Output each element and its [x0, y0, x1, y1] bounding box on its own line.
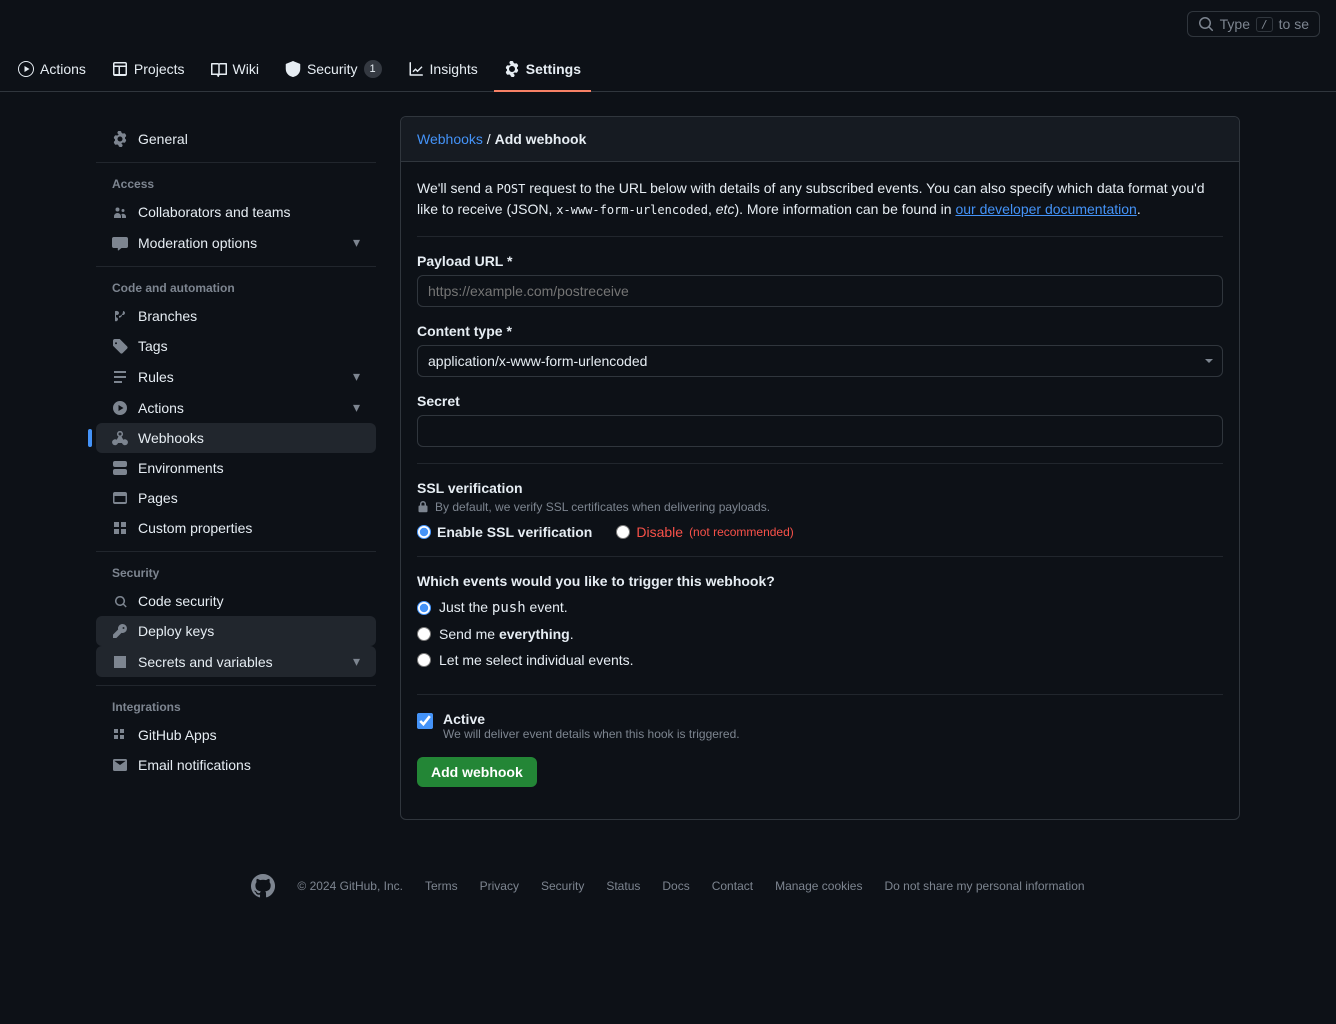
scan-icon — [112, 593, 128, 609]
footer-terms[interactable]: Terms — [425, 879, 458, 893]
book-icon — [211, 61, 227, 77]
sidebar-item-deploy-keys[interactable]: Deploy keys — [96, 616, 376, 646]
breadcrumb-current: Add webhook — [495, 131, 587, 147]
page-footer: © 2024 GitHub, Inc. Terms Privacy Securi… — [0, 844, 1336, 938]
footer-contact[interactable]: Contact — [712, 879, 753, 893]
footer-status[interactable]: Status — [606, 879, 640, 893]
ssl-description: By default, we verify SSL certificates w… — [417, 500, 1223, 514]
browser-icon — [112, 490, 128, 506]
docs-link[interactable]: our developer documentation — [955, 201, 1136, 217]
comment-icon — [112, 235, 128, 251]
asterisk-icon — [112, 654, 128, 670]
settings-sidebar: General Access Collaborators and teams M… — [96, 116, 376, 820]
secret-input[interactable] — [417, 415, 1223, 447]
tab-security[interactable]: Security 1 — [275, 48, 392, 92]
sidebar-heading-integrations: Integrations — [96, 694, 376, 720]
search-key-hint: / — [1256, 17, 1273, 32]
tab-settings[interactable]: Settings — [494, 48, 591, 92]
sidebar-item-environments[interactable]: Environments — [96, 453, 376, 483]
tab-actions[interactable]: Actions — [8, 48, 96, 92]
event-push-radio[interactable]: Just the push event. — [417, 599, 1223, 616]
sidebar-heading-access: Access — [96, 171, 376, 197]
active-label: Active — [443, 711, 740, 727]
sidebar-item-github-apps[interactable]: GitHub Apps — [96, 720, 376, 750]
play-icon — [112, 400, 128, 416]
sidebar-item-actions[interactable]: Actions ▾ — [96, 392, 376, 423]
payload-url-input[interactable] — [417, 275, 1223, 307]
gear-icon — [112, 131, 128, 147]
payload-url-label: Payload URL * — [417, 253, 1223, 269]
add-webhook-button[interactable]: Add webhook — [417, 757, 537, 787]
mail-icon — [112, 757, 128, 773]
sidebar-heading-security: Security — [96, 560, 376, 586]
sidebar-item-moderation[interactable]: Moderation options ▾ — [96, 227, 376, 258]
content-type-label: Content type * — [417, 323, 1223, 339]
sidebar-item-webhooks[interactable]: Webhooks — [96, 423, 376, 453]
tab-insights[interactable]: Insights — [398, 48, 488, 92]
footer-noshare[interactable]: Do not share my personal information — [884, 879, 1084, 893]
sidebar-item-rules[interactable]: Rules ▾ — [96, 361, 376, 392]
footer-privacy[interactable]: Privacy — [480, 879, 519, 893]
sidebar-item-branches[interactable]: Branches — [96, 301, 376, 331]
branch-icon — [112, 308, 128, 324]
sidebar-heading-code: Code and automation — [96, 275, 376, 301]
sidebar-item-code-security[interactable]: Code security — [96, 586, 376, 616]
github-logo-icon — [251, 874, 275, 898]
people-icon — [112, 204, 128, 220]
chevron-down-icon: ▾ — [353, 368, 360, 385]
content-type-select[interactable]: application/x-www-form-urlencoded — [417, 345, 1223, 377]
ssl-enable-radio[interactable]: Enable SSL verification — [417, 524, 592, 540]
breadcrumb: Webhooks / Add webhook — [401, 117, 1239, 162]
table-icon — [112, 61, 128, 77]
search-placeholder-prefix: Type — [1220, 16, 1250, 32]
event-everything-radio[interactable]: Send me everything. — [417, 626, 1223, 642]
chevron-down-icon: ▾ — [353, 653, 360, 670]
global-search[interactable]: Type / to se — [1187, 11, 1320, 37]
search-placeholder-suffix: to se — [1279, 16, 1309, 32]
tag-icon — [112, 338, 128, 354]
ssl-disable-radio[interactable]: Disable (not recommended) — [616, 524, 793, 540]
webhook-panel: Webhooks / Add webhook We'll send a POST… — [400, 116, 1240, 820]
sidebar-item-collaborators[interactable]: Collaborators and teams — [96, 197, 376, 227]
rules-icon — [112, 369, 128, 385]
sidebar-item-custom-properties[interactable]: Custom properties — [96, 513, 376, 543]
props-icon — [112, 520, 128, 536]
ssl-heading: SSL verification — [417, 480, 1223, 496]
footer-docs[interactable]: Docs — [662, 879, 689, 893]
graph-icon — [408, 61, 424, 77]
security-counter: 1 — [364, 60, 382, 78]
sidebar-item-general[interactable]: General — [96, 124, 376, 154]
breadcrumb-parent[interactable]: Webhooks — [417, 131, 483, 147]
webhook-icon — [112, 430, 128, 446]
play-icon — [18, 61, 34, 77]
lock-icon — [417, 501, 429, 513]
footer-security[interactable]: Security — [541, 879, 584, 893]
sidebar-item-email-notifications[interactable]: Email notifications — [96, 750, 376, 780]
sidebar-item-secrets[interactable]: Secrets and variables ▾ — [96, 646, 376, 677]
shield-icon — [285, 61, 301, 77]
footer-copyright: © 2024 GitHub, Inc. — [297, 879, 403, 893]
active-description: We will deliver event details when this … — [443, 727, 740, 741]
chevron-down-icon: ▾ — [353, 234, 360, 251]
apps-icon — [112, 727, 128, 743]
repo-tabs: Actions Projects Wiki Security 1 Insight… — [0, 48, 1336, 92]
tab-projects[interactable]: Projects — [102, 48, 195, 92]
events-heading: Which events would you like to trigger t… — [417, 573, 1223, 589]
tab-wiki[interactable]: Wiki — [201, 48, 269, 92]
sidebar-item-pages[interactable]: Pages — [96, 483, 376, 513]
chevron-down-icon: ▾ — [353, 399, 360, 416]
sidebar-item-tags[interactable]: Tags — [96, 331, 376, 361]
gear-icon — [504, 61, 520, 77]
event-select-radio[interactable]: Let me select individual events. — [417, 652, 1223, 668]
search-icon — [1198, 16, 1214, 32]
server-icon — [112, 460, 128, 476]
intro-text: We'll send a POST request to the URL bel… — [417, 178, 1223, 237]
key-icon — [112, 623, 128, 639]
footer-cookies[interactable]: Manage cookies — [775, 879, 862, 893]
active-checkbox[interactable] — [417, 713, 433, 729]
secret-label: Secret — [417, 393, 1223, 409]
